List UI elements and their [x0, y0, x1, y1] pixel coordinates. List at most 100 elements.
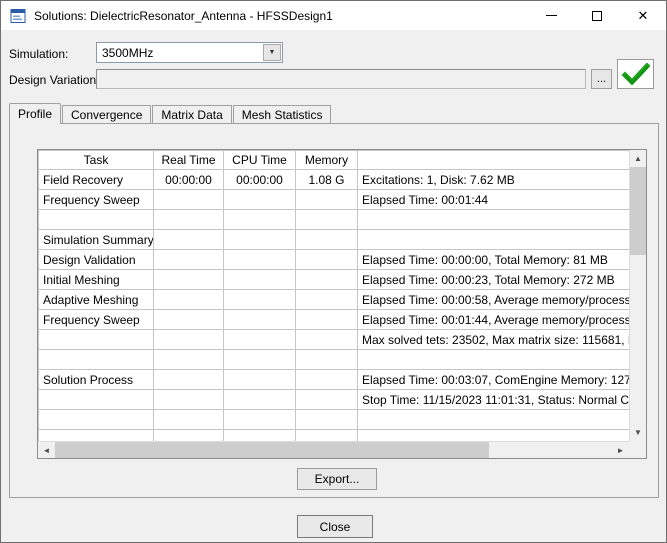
vertical-scroll-thumb[interactable] — [630, 167, 646, 255]
design-variation-browse-button[interactable]: ... — [591, 69, 612, 89]
table-row[interactable] — [39, 410, 630, 430]
table-cell: Excitations: 1, Disk: 7.62 MB — [358, 170, 630, 190]
column-header-real-time: Real Time — [154, 151, 224, 170]
table-cell — [39, 430, 154, 442]
profile-grid: Task Real Time CPU Time Memory Field Rec… — [37, 149, 647, 459]
design-variation-label: Design Variation: — [9, 73, 100, 87]
close-icon: ✕ — [638, 9, 649, 22]
table-row[interactable]: Initial MeshingElapsed Time: 00:00:23, T… — [39, 270, 630, 290]
table-cell — [296, 310, 358, 330]
horizontal-scroll-track[interactable] — [55, 442, 612, 458]
minimize-button[interactable] — [528, 1, 574, 30]
table-cell: Frequency Sweep — [39, 310, 154, 330]
tab-profile[interactable]: Profile — [9, 103, 61, 124]
table-row[interactable]: Design ValidationElapsed Time: 00:00:00,… — [39, 250, 630, 270]
maximize-button[interactable] — [574, 1, 620, 30]
table-cell: Solution Process — [39, 370, 154, 390]
tab-mesh-statistics[interactable]: Mesh Statistics — [233, 105, 332, 123]
table-cell — [154, 410, 224, 430]
column-header-memory: Memory — [296, 151, 358, 170]
table-cell: 00:00:00 — [224, 170, 296, 190]
table-cell — [154, 270, 224, 290]
table-cell — [296, 250, 358, 270]
tab-bar: Profile Convergence Matrix Data Mesh Sta… — [9, 103, 332, 123]
design-variation-field[interactable] — [96, 69, 586, 89]
table-cell — [296, 230, 358, 250]
table-cell — [296, 270, 358, 290]
dialog-close-button[interactable]: Close — [297, 515, 373, 538]
vertical-scroll-track[interactable] — [630, 167, 646, 424]
scroll-left-button[interactable]: ◄ — [38, 442, 55, 458]
table-cell — [154, 210, 224, 230]
table-cell — [154, 230, 224, 250]
tab-convergence[interactable]: Convergence — [62, 105, 151, 123]
scrollbar-corner — [629, 441, 646, 458]
tab-profile-label: Profile — [18, 107, 52, 121]
horizontal-scrollbar[interactable]: ◄ ► — [38, 441, 629, 458]
profile-table-viewport: Task Real Time CPU Time Memory Field Rec… — [38, 150, 629, 441]
table-cell — [154, 390, 224, 410]
table-row[interactable]: Solution Process Elapsed Time: 00:03:07, … — [39, 370, 630, 390]
table-row[interactable] — [39, 430, 630, 442]
table-cell: Adaptive Meshing — [39, 290, 154, 310]
table-row[interactable]: Frequency SweepElapsed Time: 00:01:44, A… — [39, 310, 630, 330]
table-cell — [224, 310, 296, 330]
table-row[interactable]: Adaptive MeshingElapsed Time: 00:00:58, … — [39, 290, 630, 310]
table-cell — [358, 430, 630, 442]
scroll-down-icon: ▼ — [634, 428, 642, 437]
table-cell — [224, 330, 296, 350]
vertical-scrollbar[interactable]: ▲ ▼ — [629, 150, 646, 441]
table-cell — [296, 350, 358, 370]
check-icon — [622, 63, 650, 85]
table-cell — [39, 350, 154, 370]
table-cell: Initial Meshing — [39, 270, 154, 290]
table-row[interactable]: Field Recovery00:00:0000:00:001.08 GExci… — [39, 170, 630, 190]
table-cell — [296, 390, 358, 410]
table-cell — [296, 430, 358, 442]
tab-matrix-data[interactable]: Matrix Data — [152, 105, 231, 123]
horizontal-scroll-thumb[interactable] — [55, 442, 489, 458]
table-row[interactable] — [39, 350, 630, 370]
scroll-up-button[interactable]: ▲ — [630, 150, 646, 167]
table-cell: 1.08 G — [296, 170, 358, 190]
table-cell: 00:00:00 — [154, 170, 224, 190]
scroll-right-icon: ► — [617, 446, 625, 455]
table-cell — [224, 390, 296, 410]
table-cell — [224, 370, 296, 390]
validation-check-button[interactable] — [617, 59, 654, 89]
table-row[interactable]: Simulation Summary — [39, 230, 630, 250]
table-cell: Elapsed Time: 00:03:07, ComEngine Memory… — [358, 370, 630, 390]
table-cell — [224, 290, 296, 310]
scroll-down-button[interactable]: ▼ — [630, 424, 646, 441]
tab-mesh-statistics-label: Mesh Statistics — [242, 108, 323, 122]
table-row[interactable] — [39, 210, 630, 230]
table-cell — [154, 290, 224, 310]
scroll-right-button[interactable]: ► — [612, 442, 629, 458]
simulation-value: 3500MHz — [97, 46, 263, 60]
table-cell: Field Recovery — [39, 170, 154, 190]
table-row[interactable]: Frequency Sweep Elapsed Time: 00:01:44 — [39, 190, 630, 210]
simulation-combobox[interactable]: 3500MHz ▼ — [96, 42, 283, 63]
table-header-row: Task Real Time CPU Time Memory — [39, 151, 630, 170]
table-cell: Design Validation — [39, 250, 154, 270]
table-cell — [39, 410, 154, 430]
table-cell — [39, 330, 154, 350]
table-cell — [224, 410, 296, 430]
table-cell: Elapsed Time: 00:01:44 — [358, 190, 630, 210]
table-cell — [39, 210, 154, 230]
table-cell — [224, 230, 296, 250]
close-button[interactable]: ✕ — [620, 1, 666, 30]
table-cell — [154, 370, 224, 390]
table-cell — [224, 270, 296, 290]
column-header-info — [358, 151, 630, 170]
window-controls: ✕ — [528, 1, 666, 30]
table-cell — [296, 190, 358, 210]
table-cell — [224, 430, 296, 442]
table-cell: Frequency Sweep — [39, 190, 154, 210]
table-cell — [154, 250, 224, 270]
table-row[interactable]: Max solved tets: 23502, Max matrix size:… — [39, 330, 630, 350]
export-button[interactable]: Export... — [297, 468, 377, 490]
combobox-dropdown-button[interactable]: ▼ — [263, 44, 281, 61]
maximize-icon — [592, 11, 602, 21]
table-row[interactable]: Stop Time: 11/15/2023 11:01:31, Status: … — [39, 390, 630, 410]
